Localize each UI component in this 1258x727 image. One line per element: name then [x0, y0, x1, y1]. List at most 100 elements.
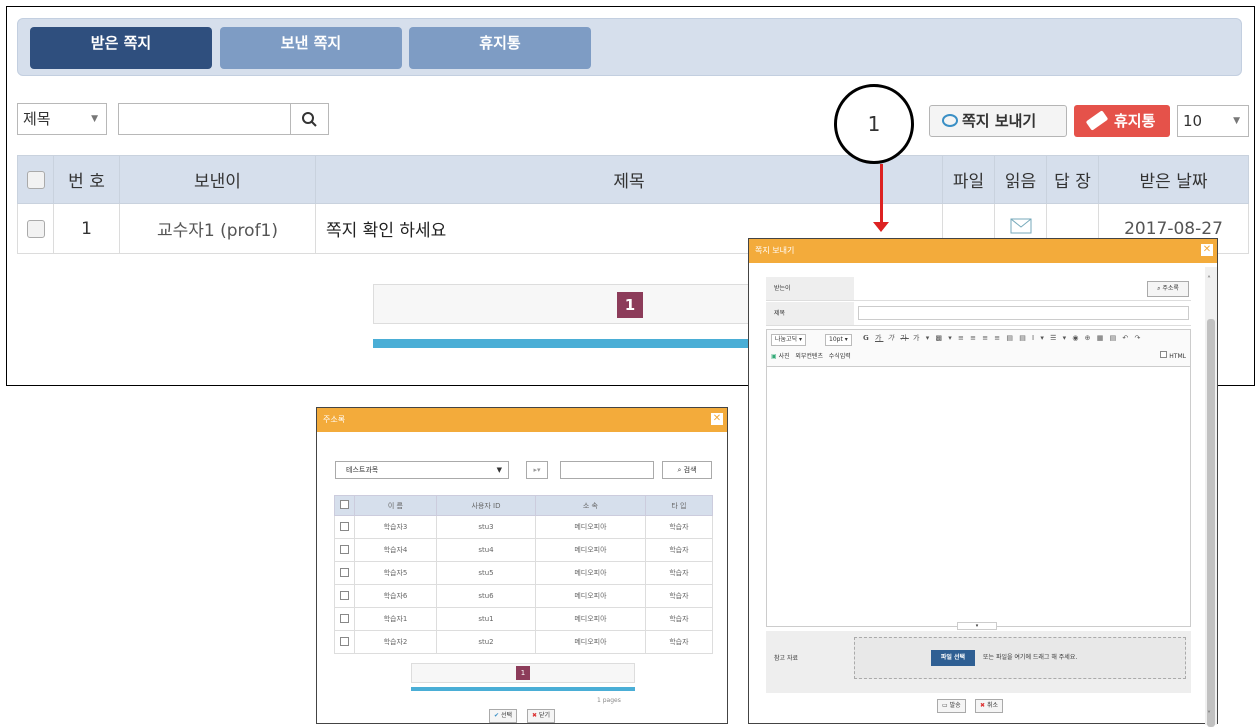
file-dropzone[interactable]: 파일 선택 또는 파일을 여기에 드래그 해 주세요.	[854, 637, 1186, 679]
search-input[interactable]	[118, 103, 329, 135]
speech-bubble-icon	[942, 114, 958, 127]
address-page-current[interactable]: 1	[516, 666, 530, 680]
address-table: 이 름 사용자 ID 소 속 타 입 학습자3 stu3 메디오피아 학습자 학습자4…	[334, 495, 714, 654]
col-reply: 답 장	[1046, 155, 1099, 204]
checkbox[interactable]	[340, 567, 349, 577]
cell-type: 학습자	[644, 538, 714, 562]
search-button[interactable]	[290, 104, 328, 134]
addr-col-type: 타 입	[644, 495, 714, 516]
row-checkbox-cell[interactable]	[17, 203, 54, 254]
checkbox[interactable]	[340, 613, 349, 623]
table-row[interactable]: 학습자3 stu3 메디오피아 학습자	[334, 515, 714, 539]
course-select[interactable]: 테스트과목 ▼	[335, 461, 509, 479]
cell-type: 학습자	[644, 607, 714, 631]
cell-org: 메디오피아	[535, 561, 646, 585]
x-icon: ✖	[980, 702, 986, 709]
page-current[interactable]: 1	[617, 292, 643, 318]
select-all-cell[interactable]	[17, 155, 54, 204]
checkbox[interactable]	[340, 636, 349, 646]
progress-bar	[373, 339, 753, 348]
address-book-popup: 주소록 ✕ 테스트과목 ▼ ▸▾ ⌕ 검색 이 름 사용자 ID 소 속 타 입…	[316, 407, 728, 724]
checkbox[interactable]	[340, 521, 349, 531]
col-number: 번 호	[53, 155, 120, 204]
tab-sent[interactable]: 보낸 쪽지	[220, 27, 402, 69]
close-icon[interactable]: ✕	[1201, 244, 1213, 256]
course-value: 테스트과목	[346, 466, 379, 474]
table-row[interactable]: 학습자1 stu1 메디오피아 학습자	[334, 607, 714, 631]
cancel-button[interactable]: ✖ 취소	[975, 699, 1003, 713]
arrow-down-icon	[873, 222, 889, 232]
editor-body[interactable]: ▾	[766, 367, 1191, 630]
checkbox[interactable]	[340, 590, 349, 600]
addr-col-id: 사용자 ID	[435, 495, 537, 516]
checkbox-cell[interactable]	[334, 630, 355, 654]
search-label: 검색	[683, 466, 697, 474]
address-search-button[interactable]: ⌕ 검색	[662, 461, 712, 479]
chevron-down-icon: ▼	[1233, 116, 1240, 126]
checkbox-cell[interactable]	[334, 607, 355, 631]
scrollbar[interactable]: ˄ ˅	[1205, 267, 1217, 727]
send-note-button[interactable]: 쪽지 보내기	[929, 105, 1067, 137]
scroll-up-icon[interactable]: ˄	[1207, 275, 1211, 284]
search-field-label: 제목	[23, 110, 51, 128]
checkbox[interactable]	[1160, 351, 1168, 358]
close-label: 닫기	[538, 712, 550, 719]
cell-id: stu2	[435, 630, 537, 654]
table-row[interactable]: 학습자6 stu6 메디오피아 학습자	[334, 584, 714, 608]
tab-received[interactable]: 받은 쪽지	[30, 27, 212, 69]
checkbox-cell[interactable]	[334, 538, 355, 562]
row-number: 1	[53, 203, 120, 254]
cell-name: 학습자6	[354, 584, 437, 608]
table-row[interactable]: 학습자4 stu4 메디오피아 학습자	[334, 538, 714, 562]
close-icon[interactable]: ✕	[711, 413, 723, 425]
format-buttons[interactable]: 𝗚 가 가 가 가 ▾ ▩ ▾ ≡ ≡ ≡ ≡ ▤ ▤ I ▾ ☰ ▾ ◉ ⊕ …	[863, 333, 1142, 343]
tab-trash[interactable]: 휴지통	[409, 27, 591, 69]
search-field-select[interactable]: 제목 ▼	[17, 103, 107, 135]
trash-button[interactable]: 휴지통	[1074, 105, 1170, 137]
recipient-label: 받는이	[766, 277, 854, 300]
size-select[interactable]: 10pt ▾	[825, 334, 852, 346]
html-toggle[interactable]: HTML	[1160, 351, 1186, 360]
checkbox-cell[interactable]	[334, 515, 355, 539]
checkbox-cell[interactable]	[334, 561, 355, 585]
formula-label[interactable]: 수식입력	[829, 353, 851, 360]
photo-label[interactable]: 사진	[779, 353, 790, 360]
filter-select[interactable]: ▸▾	[526, 461, 548, 479]
page-size-select[interactable]: 10 ▼	[1177, 105, 1249, 137]
insert-buttons[interactable]: ▣ 사진 외부컨텐츠 수식입력	[771, 351, 851, 360]
tab-bar: 받은 쪽지 보낸 쪽지 휴지통	[17, 18, 1242, 76]
cell-type: 학습자	[644, 584, 714, 608]
select-button[interactable]: ✔ 선택	[489, 709, 517, 723]
font-value: 나눔고딕	[775, 336, 798, 343]
row-checkbox[interactable]	[26, 219, 45, 238]
file-select-button[interactable]: 파일 선택	[931, 650, 975, 666]
subject-input[interactable]	[858, 306, 1189, 320]
addressbook-button[interactable]: ⌕ 주소록	[1147, 281, 1189, 297]
address-progress-bar	[411, 687, 635, 691]
cell-org: 메디오피아	[535, 515, 646, 539]
search-icon: ⌕	[677, 466, 682, 474]
recipient-row: 받는이 ⌕ 주소록	[766, 277, 1191, 301]
chevron-down-icon: ▼	[91, 114, 98, 124]
table-row[interactable]: 학습자5 stu5 메디오피아 학습자	[334, 561, 714, 585]
checkbox-cell[interactable]	[334, 584, 355, 608]
col-file: 파일	[942, 155, 995, 204]
resize-handle[interactable]: ▾	[957, 622, 997, 630]
checkbox[interactable]	[340, 500, 349, 509]
close-button[interactable]: ✖ 닫기	[527, 709, 555, 723]
cell-org: 메디오피아	[535, 630, 646, 654]
addr-select-all[interactable]	[334, 495, 355, 516]
select-all-checkbox[interactable]	[26, 170, 45, 189]
checkbox[interactable]	[340, 544, 349, 554]
html-label: HTML	[1169, 353, 1186, 360]
font-select[interactable]: 나눔고딕 ▾	[771, 334, 807, 346]
send-button[interactable]: ▭ 발송	[937, 699, 966, 713]
send-note-label: 쪽지 보내기	[962, 112, 1037, 130]
scroll-thumb[interactable]	[1207, 319, 1215, 727]
external-content-label[interactable]: 외부컨텐츠	[795, 353, 823, 360]
cell-id: stu1	[435, 607, 537, 631]
scroll-down-icon[interactable]: ˅	[1207, 710, 1211, 719]
table-row[interactable]: 학습자2 stu2 메디오피아 학습자	[334, 630, 714, 654]
address-search-input[interactable]	[560, 461, 654, 479]
address-pagination: 1	[411, 663, 635, 683]
